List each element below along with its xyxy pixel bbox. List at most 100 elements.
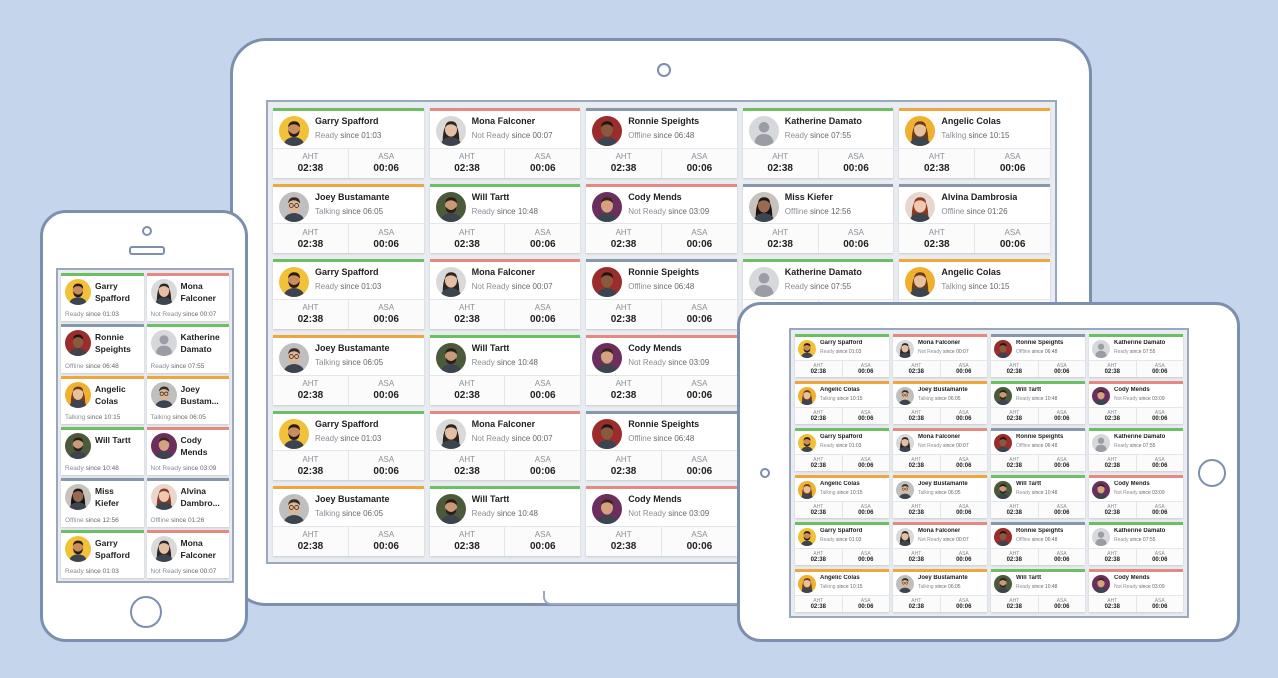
agent-card-tablet-10[interactable]: Ronnie Speights Offline since 06:48 AHT 0… [991,428,1085,471]
agent-name: Ronnie Speights [628,267,700,278]
agent-card-laptop-27[interactable]: Cody Mends Not Ready since 03:09 AHT 02:3… [586,486,737,556]
aht-label: AHT [302,303,319,313]
asa-metric: ASA00:06 [841,408,890,424]
agent-card-laptop-6[interactable]: Will Tartt Ready since 10:48 AHT 02:38 AS… [429,183,581,254]
agent-card-laptop-16[interactable]: Will Tartt Ready since 10:48 AHT 02:38 AS… [429,334,581,405]
asa-metric: ASA00:06 [1135,596,1184,612]
asa-metric: ASA00:06 [504,148,580,178]
agent-status: Not Ready since 03:09 [1114,396,1165,402]
agent-status: Offline since 12:56 [784,206,851,216]
agent-status: Ready since 10:48 [471,509,538,519]
aht-metric: AHT02:38 [273,527,348,556]
agent-name: Garry Spafford [820,434,863,440]
agent-card-tablet-6[interactable]: Will Tartt Ready since 10:48 AHT 02:38 AS… [991,381,1085,424]
avatar-icon [592,418,623,449]
agent-card-laptop-8[interactable]: Miss Kiefer Offline since 12:56 AHT 02:38… [742,183,894,254]
agent-status: Not Ready since 03:09 [1114,490,1165,496]
asa-value: 00:06 [999,238,1026,250]
agent-card-phone-4[interactable]: Angelic Colas Talking since 10:15 AHT02:… [61,375,144,424]
agent-card-tablet-20[interactable]: Angelic Colas Talking since 10:15 AHT 02:… [795,569,889,612]
aht-metric: AHT02:38 [893,455,940,471]
agent-card-tablet-23[interactable]: Cody Mends Not Ready since 03:09 AHT 02:3… [1089,569,1183,612]
agent-card-phone-10[interactable]: Garry Spafford Ready since 01:03 AHT02:3… [61,529,144,578]
agent-status: Ready since 01:03 [315,131,382,140]
agent-card-tablet-9[interactable]: Mona Falconer Not Ready since 00:07 AHT 0… [893,428,987,471]
tablet-home-button[interactable] [1198,459,1226,487]
agent-card-phone-9[interactable]: Alvina Dambro... Offline since 01:26 AHT… [146,478,229,527]
agent-card-laptop-5[interactable]: Joey Bustamante Talking since 06:05 AHT 0… [273,183,424,254]
agent-card-tablet-22[interactable]: Will Tartt Ready since 10:48 AHT 02:38 AS… [991,569,1085,612]
agent-card-tablet-21[interactable]: Joey Bustamante Talking since 06:05 AHT 0… [893,569,987,612]
agent-card-tablet-19[interactable]: Katherine Damato Ready since 07:55 AHT 02… [1089,522,1183,565]
avatar-icon [65,535,91,562]
agent-status: Offline since 06:48 [1016,349,1058,355]
aht-metric: AHT02:38 [586,300,661,329]
agent-card-laptop-9[interactable]: Alvina Dambrosia Offline since 01:26 AHT… [899,183,1050,254]
agent-card-tablet-13[interactable]: Joey Bustamante Talking since 06:05 AHT 0… [893,475,987,518]
agent-card-laptop-1[interactable]: Mona Falconer Not Ready since 00:07 AHT 0… [429,108,581,178]
agent-card-laptop-12[interactable]: Ronnie Speights Offline since 06:48 AHT 0… [586,259,737,329]
agent-card-tablet-14[interactable]: Will Tartt Ready since 10:48 AHT 02:38 AS… [991,475,1085,518]
agent-card-tablet-3[interactable]: Katherine Damato Ready since 07:55 AHT 02… [1089,334,1183,377]
agent-status: Not Ready since 00:07 [918,537,969,543]
agent-card-phone-1[interactable]: Mona Falconer Not Ready since 00:07 AHT0… [146,273,229,322]
agent-name: Garry Spafford [315,267,379,278]
agent-card-phone-5[interactable]: Joey Bustam... Talking since 06:05 AHT02… [146,375,229,424]
agent-card-laptop-21[interactable]: Mona Falconer Not Ready since 00:07 AHT 0… [429,410,581,481]
agent-name: Mona Falconer [180,281,216,303]
aht-metric: AHT02:38 [795,361,842,377]
agent-status: Ready since 01:03 [65,567,119,575]
agent-card-tablet-1[interactable]: Mona Falconer Not Ready since 00:07 AHT 0… [893,334,987,377]
avatar-icon [798,387,816,405]
agent-card-laptop-15[interactable]: Joey Bustamante Talking since 06:05 AHT 0… [273,334,424,405]
agent-card-tablet-17[interactable]: Mona Falconer Not Ready since 00:07 AHT 0… [893,522,987,565]
agent-card-laptop-17[interactable]: Cody Mends Not Ready since 03:09 AHT 02:3… [586,334,737,405]
asa-value: 00:06 [1054,463,1070,469]
asa-metric: ASA00:06 [1135,361,1184,377]
avatar-icon [905,191,936,222]
agent-card-phone-8[interactable]: Miss Kiefer Offline since 12:56 AHT02:38… [61,478,144,527]
agent-card-laptop-0[interactable]: Garry Spafford Ready since 01:03 AHT 02:3… [273,108,424,178]
agent-card-phone-0[interactable]: Garry Spafford Ready since 01:03 AHT02:3… [61,273,144,322]
agent-card-tablet-5[interactable]: Joey Bustamante Talking since 06:05 AHT 0… [893,381,987,424]
agent-card-phone-7[interactable]: Cody Mends Not Ready since 03:09 AHT02:3… [146,426,229,476]
agent-card-tablet-18[interactable]: Ronnie Speights Offline since 06:48 AHT 0… [991,522,1085,565]
asa-metric: ASA00:06 [661,451,737,481]
aht-value: 02:38 [810,463,826,469]
agent-card-phone-6[interactable]: Will Tartt Ready since 10:48 AHT02:38 AS… [61,426,144,476]
asa-metric: ASA00:06 [504,451,580,481]
agent-card-tablet-4[interactable]: Angelic Colas Talking since 10:15 AHT 02:… [795,381,889,424]
agent-status: Talking since 06:05 [150,413,206,421]
agent-name: Ronnie Speights [628,116,700,126]
agent-card-laptop-26[interactable]: Will Tartt Ready since 10:48 AHT 02:38 AS… [429,486,581,556]
agent-card-tablet-11[interactable]: Katherine Damato Ready since 07:55 AHT 02… [1089,428,1183,471]
aht-metric: AHT02:38 [586,376,661,405]
agent-card-laptop-4[interactable]: Angelic Colas Talking since 10:15 AHT 02:… [899,108,1050,178]
agent-card-tablet-16[interactable]: Garry Spafford Ready since 01:03 AHT 02:3… [795,522,889,565]
agent-card-tablet-2[interactable]: Ronnie Speights Offline since 06:48 AHT 0… [991,334,1085,377]
agent-metrics: AHT02:38 ASA00:06 [991,454,1085,471]
agent-card-laptop-2[interactable]: Ronnie Speights Offline since 06:48 AHT 0… [586,108,737,178]
agent-card-tablet-15[interactable]: Cody Mends Not Ready since 03:09 AHT 02:3… [1089,475,1183,518]
agent-card-phone-3[interactable]: Katherine Damato Ready since 07:55 AHT02… [146,324,229,373]
agent-card-laptop-11[interactable]: Mona Falconer Not Ready since 00:07 AHT 0… [429,259,581,329]
agent-card-laptop-25[interactable]: Joey Bustamante Talking since 06:05 AHT 0… [273,486,424,556]
agent-card-phone-11[interactable]: Mona Falconer Not Ready since 00:07 AHT0… [146,529,229,578]
aht-metric: AHT02:38 [795,502,842,518]
agent-card-phone-2[interactable]: Ronnie Speights Offline since 06:48 AHT0… [61,324,144,373]
phone-home-button[interactable] [130,596,162,628]
agent-card-laptop-7[interactable]: Cody Mends Not Ready since 03:09 AHT 02:3… [586,183,737,254]
agent-card-tablet-8[interactable]: Garry Spafford Ready since 01:03 AHT 02:3… [795,428,889,471]
agent-card-laptop-22[interactable]: Ronnie Speights Offline since 06:48 AHT 0… [586,410,737,481]
agent-card-tablet-7[interactable]: Cody Mends Not Ready since 03:09 AHT 02:3… [1089,381,1183,424]
agent-card-tablet-12[interactable]: Angelic Colas Talking since 10:15 AHT 02:… [795,475,889,518]
agent-name: Cody Mends [180,434,208,457]
agent-card-laptop-3[interactable]: Katherine Damato Ready since 07:55 AHT 02… [742,108,894,178]
agent-status: Offline since 06:48 [65,362,119,370]
agent-card-laptop-20[interactable]: Garry Spafford Ready since 01:03 AHT 02:3… [273,410,424,481]
agent-card-tablet-0[interactable]: Garry Spafford Ready since 01:03 AHT 02:3… [795,334,889,377]
agent-card-laptop-10[interactable]: Garry Spafford Ready since 01:03 AHT 02:3… [273,259,424,329]
asa-value: 00:06 [956,510,972,516]
asa-value: 00:06 [1054,557,1070,563]
agent-name: Garry Spafford [315,116,379,126]
